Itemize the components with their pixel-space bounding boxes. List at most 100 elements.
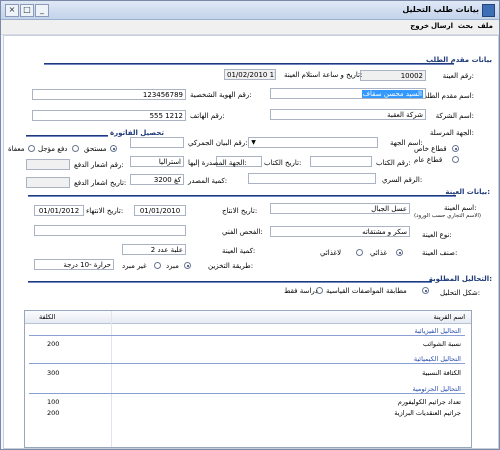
- phone-label: رقم الهاتف:: [190, 112, 225, 120]
- sample-type-field[interactable]: سكر و مشتقاته: [270, 226, 410, 237]
- book-date-label: تاريخ الكتاب:: [264, 159, 302, 167]
- not-chilled-label: غير مبرد: [122, 262, 147, 270]
- food-label: غذائي: [370, 249, 388, 257]
- sample-name-hint: (الاسم التجاري حسب الورود): [414, 213, 482, 219]
- sample-no-label: رقم العينة:: [442, 72, 474, 80]
- tech-field[interactable]: [34, 225, 186, 236]
- customs-field[interactable]: [130, 137, 184, 148]
- group-microbial: التحاليل الجرثومية: [412, 385, 461, 393]
- tech-label: الفحص الفني:: [222, 228, 263, 236]
- notice-no-label: رقم اشعار الدفع:: [74, 161, 124, 169]
- applicant-name-field[interactable]: السيد محسن سقاف: [270, 88, 426, 99]
- radio-paid[interactable]: [110, 145, 117, 152]
- sample-no-field[interactable]: 10002: [360, 70, 426, 81]
- group-physical: التحاليل الفيزيائية: [414, 327, 461, 335]
- notice-date-field[interactable]: [26, 177, 70, 188]
- menu-bar: ملف بحث ارسال خروج: [1, 20, 499, 35]
- sample-name-field[interactable]: عسل الجبال: [270, 203, 410, 214]
- table-row-cost[interactable]: 300: [47, 369, 59, 377]
- radio-exempt[interactable]: [28, 145, 35, 152]
- table-row-cost[interactable]: 200: [47, 409, 59, 417]
- title-bar: بيانات طلب التحليل × □ _: [1, 1, 499, 20]
- table-row-name[interactable]: الكثافة النسبية: [422, 369, 461, 377]
- table-header: اسم القرينة الكلفة: [25, 311, 471, 324]
- table-row-name[interactable]: نسبة الشوائب: [423, 340, 461, 348]
- applicant-name-selected: السيد محسن سقاف: [361, 90, 423, 98]
- private-label: قطاع خاص: [414, 145, 447, 153]
- radio-nonfood[interactable]: [356, 249, 363, 256]
- paid-label: مستحق: [84, 145, 107, 153]
- table-row-name[interactable]: تعداد جراثيم الكوليفورم: [398, 398, 461, 406]
- prod-date-label: تاريخ الانتاج:: [222, 207, 258, 215]
- expiry-field[interactable]: 01/01/2012: [34, 205, 84, 216]
- analysis-section-title: التحاليل المطلوبة:: [428, 275, 492, 283]
- close-button[interactable]: ×: [5, 4, 19, 17]
- group-line: [29, 363, 465, 364]
- party-name-dropdown[interactable]: ▼: [248, 137, 378, 148]
- section-divider: [44, 63, 454, 65]
- app-icon: [482, 4, 495, 17]
- table-row-cost[interactable]: 100: [47, 398, 59, 406]
- minimize-button[interactable]: _: [35, 4, 49, 17]
- study-only-label: دراسة فقط: [284, 287, 318, 295]
- menu-exit[interactable]: خروج: [410, 22, 429, 30]
- group-chemical: التحاليل الكيميائية: [413, 355, 461, 363]
- book-no-field[interactable]: [310, 156, 372, 167]
- table-row-name[interactable]: جراثيم العنقديات البرازية: [394, 409, 461, 417]
- radio-deferred[interactable]: [72, 145, 79, 152]
- menu-search[interactable]: بحث: [458, 22, 473, 30]
- window-title: بيانات طلب التحليل: [402, 5, 479, 14]
- radio-spec-match[interactable]: [422, 287, 429, 294]
- chevron-down-icon: ▼: [251, 139, 256, 146]
- temp-field[interactable]: حرارة -10 درجة: [34, 259, 114, 270]
- sample-class-label: صنف العينة:: [422, 249, 458, 257]
- secret-no-field[interactable]: [248, 173, 376, 184]
- id-no-label: رقم الهوية الشخصية:: [190, 91, 252, 99]
- sample-qty-field[interactable]: علبة عدد 2: [122, 244, 186, 255]
- book-no-label: رقم الكتاب:: [376, 159, 411, 167]
- received-field[interactable]: 01/02/2010 11:00: [224, 69, 276, 80]
- radio-private[interactable]: [452, 145, 459, 152]
- spec-match-label: مطابقة المواصفات القياسية: [326, 287, 407, 295]
- prod-date-field[interactable]: 01/01/2010: [134, 205, 186, 216]
- storage-label: طريقة التخزين:: [208, 262, 254, 270]
- issuer-label: الجهة المصدرة إليها:: [188, 159, 247, 167]
- phone-field[interactable]: 555 1212: [32, 110, 186, 121]
- col-cost-header: الكلفة: [39, 313, 56, 321]
- radio-chilled[interactable]: [184, 262, 191, 269]
- maximize-button[interactable]: □: [20, 4, 34, 17]
- issuer-field[interactable]: استراليا: [130, 156, 184, 167]
- customs-label: رقم البيان الجمركي:: [188, 139, 248, 147]
- group-line: [29, 335, 465, 336]
- billing-divider: [26, 135, 108, 137]
- table-row-cost[interactable]: 200: [47, 340, 59, 348]
- billing-section-title: تحصيل الفاتورة: [110, 129, 164, 137]
- chilled-label: مبرد: [166, 262, 179, 270]
- sample-name-label: اسم العينة:: [444, 204, 477, 212]
- id-no-field[interactable]: 123456789: [32, 89, 186, 100]
- export-qty-label: كمية المصدر:: [188, 177, 228, 185]
- col-name-header: اسم القرينة: [433, 313, 465, 321]
- public-label: قطاع عام: [414, 156, 443, 164]
- export-qty-field[interactable]: 3200 كغ: [130, 174, 184, 185]
- menu-send[interactable]: ارسال: [431, 22, 453, 30]
- radio-not-chilled[interactable]: [154, 262, 161, 269]
- secret-no-label: الرقم السري:: [382, 176, 423, 184]
- radio-food[interactable]: [396, 249, 403, 256]
- sample-type-label: نوع العينة:: [422, 231, 452, 239]
- exempt-label: معفاة: [8, 145, 25, 153]
- menu-file[interactable]: ملف: [477, 22, 493, 30]
- received-label: تاريخ و ساعة استلام العينة:: [284, 71, 363, 79]
- radio-public[interactable]: [452, 156, 459, 163]
- group-line: [29, 393, 465, 394]
- section-divider-3: [28, 281, 432, 283]
- notice-date-label: تاريخ اشعار الدفع:: [74, 179, 127, 187]
- expiry-label: تاريخ الانتهاء:: [86, 207, 124, 215]
- sender-label: الجهة المرسلة:: [429, 129, 474, 137]
- notice-no-field[interactable]: [26, 159, 70, 170]
- section-divider-2: [28, 195, 456, 197]
- company-field[interactable]: شركة العقبة: [270, 109, 426, 120]
- sample-qty-label: كمية العينة:: [222, 247, 256, 255]
- application-window: بيانات طلب التحليل × □ _ ملف بحث ارسال خ…: [0, 0, 500, 450]
- applicant-name-label: اسم مقدم الطلب:: [420, 92, 474, 100]
